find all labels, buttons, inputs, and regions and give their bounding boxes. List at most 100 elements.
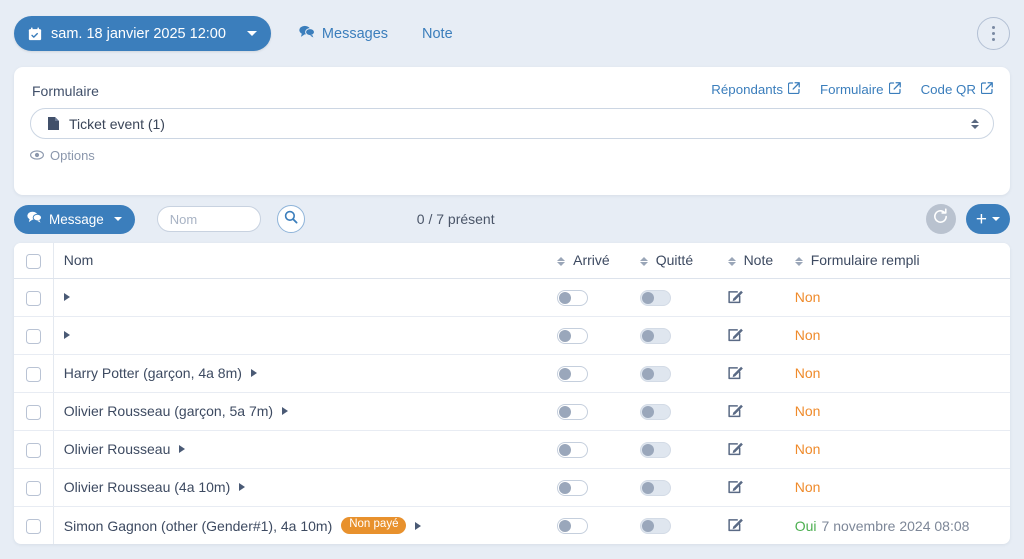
attendance-table-card: Nom Arrivé Quitté Note Formulaire rempli <box>14 243 1010 545</box>
refresh-icon <box>932 208 949 230</box>
table-row: Harry Potter (garçon, 4a 8m) Non <box>14 354 1010 393</box>
row-checkbox[interactable] <box>26 328 41 344</box>
form-select[interactable]: Ticket event (1) <box>30 108 994 139</box>
message-button[interactable]: Message <box>14 204 135 234</box>
table-head: Nom Arrivé Quitté Note Formulaire rempli <box>14 243 1010 279</box>
vertical-dots-icon <box>991 37 996 42</box>
edit-note-icon[interactable] <box>727 288 744 304</box>
edit-note-icon[interactable] <box>727 478 744 494</box>
left-toggle[interactable] <box>639 479 671 496</box>
name-cell: Olivier Rousseau (garçon, 5a 7m) <box>53 392 548 431</box>
search-button[interactable] <box>276 205 305 233</box>
row-checkbox[interactable] <box>26 480 41 496</box>
expand-row-icon[interactable] <box>250 369 257 378</box>
expand-row-icon[interactable] <box>63 331 70 340</box>
respondents-label: Répondants <box>711 82 784 97</box>
messages-link[interactable]: Messages <box>299 25 388 43</box>
arrived-toggle[interactable] <box>557 289 589 306</box>
row-select-cell <box>14 354 54 393</box>
arrived-toggle[interactable] <box>557 518 589 535</box>
note-link[interactable]: Note <box>422 26 453 42</box>
edit-note-icon[interactable] <box>727 364 744 380</box>
form-filled-cell: Non <box>784 316 1010 355</box>
more-options-button[interactable] <box>977 17 1010 50</box>
note-cell <box>717 468 785 507</box>
edit-note-icon[interactable] <box>727 440 744 456</box>
form-card: Formulaire Répondants Formulaire Code QR <box>14 67 1010 195</box>
chat-bubbles-icon <box>27 211 42 227</box>
document-icon <box>47 116 60 131</box>
date-selector-button[interactable]: sam. 18 janvier 2025 12:00 <box>14 16 271 51</box>
name-cell: Harry Potter (garçon, 4a 8m) <box>53 354 548 393</box>
expand-row-icon[interactable] <box>282 407 289 416</box>
refresh-button[interactable] <box>925 204 956 234</box>
options-label: Options <box>50 148 95 163</box>
arrived-toggle[interactable] <box>557 403 589 420</box>
row-checkbox[interactable] <box>26 366 41 382</box>
edit-note-icon[interactable] <box>727 516 744 532</box>
left-toggle[interactable] <box>639 327 671 344</box>
external-link-icon <box>888 82 901 97</box>
participant-name: Harry Potter (garçon, 4a 8m) <box>63 365 242 382</box>
qr-code-link[interactable]: Code QR <box>921 82 993 97</box>
name-cell <box>53 278 548 317</box>
row-select-cell <box>14 430 54 469</box>
arrived-toggle[interactable] <box>557 327 589 344</box>
expand-row-icon[interactable] <box>239 483 246 492</box>
edit-note-icon[interactable] <box>727 326 744 342</box>
form-link[interactable]: Formulaire <box>820 82 901 97</box>
expand-row-icon[interactable] <box>415 521 422 530</box>
form-filled-status: Non <box>794 479 821 496</box>
row-checkbox[interactable] <box>26 404 41 420</box>
external-link-icon <box>980 82 993 97</box>
column-header-note[interactable]: Note <box>717 243 785 279</box>
column-header-left[interactable]: Quitté <box>629 243 718 279</box>
row-checkbox[interactable] <box>26 518 41 534</box>
arrived-toggle[interactable] <box>557 479 589 496</box>
search-input[interactable] <box>156 206 261 232</box>
expand-row-icon[interactable] <box>63 293 70 302</box>
left-toggle[interactable] <box>639 365 671 382</box>
row-checkbox[interactable] <box>26 442 41 458</box>
left-cell <box>629 468 718 507</box>
sort-icon[interactable] <box>727 256 736 267</box>
form-filled-status: Non <box>794 441 821 458</box>
participant-name: Simon Gagnon (other (Gender#1), 4a 10m) <box>63 517 333 534</box>
name-cell: Olivier Rousseau (4a 10m) <box>53 468 548 507</box>
left-toggle[interactable] <box>639 403 671 420</box>
sort-icon[interactable] <box>557 256 566 267</box>
options-toggle[interactable]: Options <box>30 148 95 163</box>
present-count-label: 0 / 7 présent <box>416 211 495 227</box>
note-cell <box>718 506 785 544</box>
form-select-value: Ticket event (1) <box>69 115 165 132</box>
qr-code-label: Code QR <box>920 82 976 97</box>
form-filled-status: Non <box>794 289 821 306</box>
sort-icon[interactable] <box>794 256 803 267</box>
table-row: Simon Gagnon (other (Gender#1), 4a 10m) N… <box>14 506 1010 545</box>
left-toggle[interactable] <box>639 289 671 306</box>
left-cell <box>629 278 718 317</box>
column-header-form-filled[interactable]: Formulaire rempli <box>784 243 1010 279</box>
arrived-cell <box>547 506 630 544</box>
date-label: sam. 18 janvier 2025 12:00 <box>51 25 226 42</box>
expand-row-icon[interactable] <box>179 445 186 454</box>
edit-note-icon[interactable] <box>727 402 744 418</box>
add-button[interactable]: + <box>965 204 1010 234</box>
note-cell <box>717 278 785 317</box>
form-filled-status: Non <box>794 327 821 344</box>
row-checkbox[interactable] <box>26 290 41 306</box>
vertical-dots-icon <box>991 31 996 36</box>
left-toggle[interactable] <box>639 441 671 458</box>
select-all-checkbox[interactable] <box>26 253 41 269</box>
respondents-link[interactable]: Répondants <box>711 82 800 97</box>
column-header-name[interactable]: Nom <box>53 243 548 279</box>
left-toggle[interactable] <box>639 518 671 535</box>
attendance-table: Nom Arrivé Quitté Note Formulaire rempli <box>14 243 1010 545</box>
arrived-toggle[interactable] <box>557 365 589 382</box>
arrived-toggle[interactable] <box>557 441 589 458</box>
column-header-arrived[interactable]: Arrivé <box>547 243 630 279</box>
row-select-cell <box>14 316 54 355</box>
name-cell: Olivier Rousseau <box>53 430 548 469</box>
table-row: Olivier Rousseau Non <box>14 430 1010 469</box>
sort-icon[interactable] <box>639 256 648 267</box>
